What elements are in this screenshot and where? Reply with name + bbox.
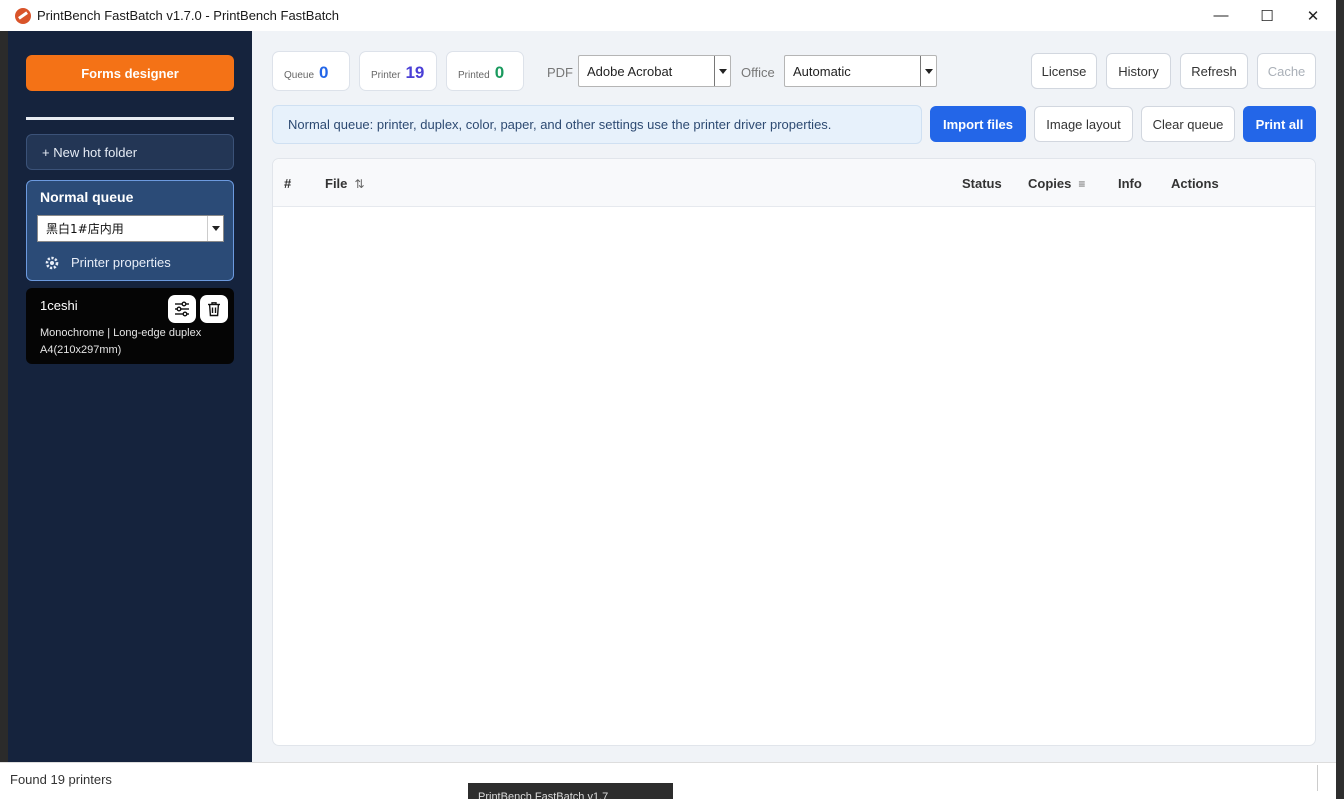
preset-settings-button[interactable] (168, 295, 196, 323)
printer-properties-label: Printer properties (71, 255, 171, 270)
status-separator (1317, 765, 1318, 791)
pdf-label: PDF (547, 65, 573, 80)
column-info: Info (1118, 176, 1142, 191)
column-number: # (284, 176, 291, 191)
copies-settings-icon[interactable]: ≡ (1078, 177, 1085, 191)
printer-properties-button[interactable]: Printer properties (45, 255, 171, 270)
preset-paper: A4(210x297mm) (40, 344, 122, 356)
queue-stat: Queue 0 (272, 51, 350, 91)
image-layout-button[interactable]: Image layout (1034, 106, 1133, 142)
background-window-edge (1336, 0, 1344, 799)
window-controls: — ☐ ✕ (1198, 0, 1336, 31)
sort-icon[interactable]: ⇅ (354, 177, 364, 191)
column-status: Status (962, 176, 1002, 191)
pdf-engine-value: Adobe Acrobat (587, 63, 673, 79)
sidebar-divider (26, 117, 234, 120)
queue-title: Normal queue (40, 189, 134, 205)
column-number-label: # (284, 176, 292, 191)
printer-select-value: 黑白1#店内用 (46, 222, 124, 236)
normal-queue-card[interactable]: Normal queue 黑白1#店内用 Printer properties (26, 180, 234, 281)
office-engine-select[interactable]: Automatic (784, 55, 937, 87)
column-info-label: Info (1118, 176, 1142, 191)
printer-select[interactable]: 黑白1#店内用 (37, 215, 224, 242)
preset-color-duplex: Monochrome | Long-edge duplex (40, 327, 202, 339)
printed-stat: Printed 0 (446, 51, 524, 91)
printer-stat: Printer 19 (359, 51, 437, 91)
sidebar: Forms designer + New hot folder Normal q… (8, 31, 252, 762)
trash-icon (208, 302, 220, 317)
column-file-label: File (325, 176, 348, 191)
column-copies-label: Copies (1028, 176, 1072, 191)
app-logo-icon (15, 7, 31, 24)
queue-stat-label: Queue (284, 70, 315, 81)
maximize-button[interactable]: ☐ (1244, 0, 1290, 31)
printed-stat-label: Printed (458, 70, 490, 81)
main-panel: Queue 0 Printer 19 Printed 0 PDF Adobe A… (252, 31, 1336, 762)
queue-stat-value: 0 (319, 63, 329, 82)
print-all-button[interactable]: Print all (1243, 106, 1316, 142)
chevron-down-icon[interactable] (920, 56, 936, 86)
cache-button[interactable]: Cache (1257, 53, 1316, 89)
column-file[interactable]: File ⇅ (325, 176, 364, 191)
printer-stat-value: 19 (405, 63, 425, 82)
gear-icon (45, 256, 59, 270)
status-text: Found 19 printers (10, 772, 112, 787)
refresh-button[interactable]: Refresh (1180, 53, 1248, 89)
title-bar: PrintBench FastBatch v1.7.0 - PrintBench… (0, 0, 1336, 31)
window-title: PrintBench FastBatch v1.7.0 - PrintBench… (37, 8, 340, 23)
file-queue-table: # File ⇅ Status Copies ≡ Info Actions (272, 158, 1316, 746)
preset-delete-button[interactable] (200, 295, 228, 323)
close-button[interactable]: ✕ (1290, 0, 1336, 31)
chevron-down-icon[interactable] (207, 216, 223, 241)
table-header: # File ⇅ Status Copies ≡ Info Actions (273, 159, 1315, 207)
import-files-button[interactable]: Import files (930, 106, 1026, 142)
sliders-icon (175, 301, 189, 317)
column-copies: Copies ≡ (1028, 176, 1085, 191)
printer-stat-label: Printer (371, 70, 401, 81)
taskbar-preview: PrintBench FastBatch v1.7 (468, 783, 673, 799)
license-button[interactable]: License (1031, 53, 1097, 89)
forms-designer-button[interactable]: Forms designer (26, 55, 234, 91)
new-hot-folder-button[interactable]: + New hot folder (26, 134, 234, 170)
column-actions-label: Actions (1171, 176, 1219, 191)
history-button[interactable]: History (1106, 53, 1171, 89)
preset-name: 1ceshi (40, 298, 78, 313)
column-actions: Actions (1171, 176, 1219, 191)
office-label: Office (741, 65, 775, 80)
pdf-engine-select[interactable]: Adobe Acrobat (578, 55, 731, 87)
clear-queue-button[interactable]: Clear queue (1141, 106, 1235, 142)
column-status-label: Status (962, 176, 1002, 191)
chevron-down-icon[interactable] (714, 56, 730, 86)
queue-info-banner: Normal queue: printer, duplex, color, pa… (272, 105, 922, 144)
office-engine-value: Automatic (793, 63, 851, 79)
preset-card[interactable]: 1ceshi Monochrome | Long-edge duplex A4(… (26, 288, 234, 364)
printed-stat-value: 0 (494, 63, 505, 82)
minimize-button[interactable]: — (1198, 0, 1244, 31)
